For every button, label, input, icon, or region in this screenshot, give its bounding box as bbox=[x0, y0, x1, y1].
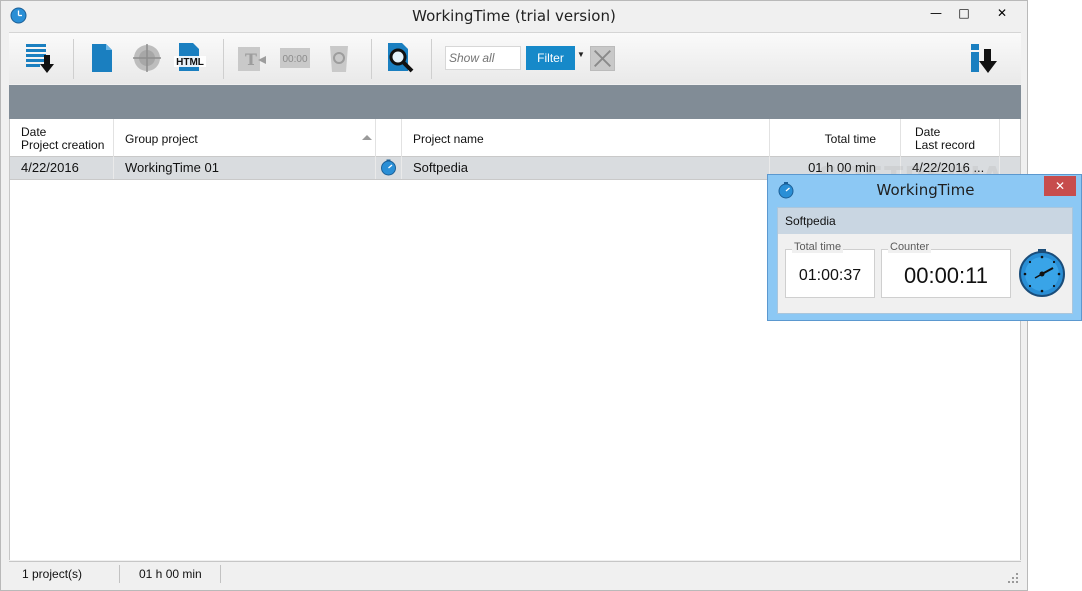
time-label: 00:00 bbox=[282, 54, 307, 65]
info-download-icon[interactable] bbox=[967, 41, 1001, 75]
column-header-total-time[interactable]: Total time bbox=[770, 119, 901, 157]
html-label: HTML bbox=[176, 57, 204, 68]
counter-value: 00:00:11 bbox=[903, 263, 988, 288]
filter-button[interactable]: Filter bbox=[526, 46, 575, 70]
cell-icon bbox=[376, 157, 402, 179]
filter-dropdown-icon[interactable]: ▼ bbox=[577, 50, 587, 64]
clear-filter-icon[interactable] bbox=[590, 46, 615, 71]
cell-date-created: 4/22/2016 bbox=[10, 157, 114, 179]
target-icon[interactable] bbox=[130, 41, 164, 75]
column-header-label: Total time bbox=[824, 132, 876, 146]
html-export-icon[interactable]: HTML bbox=[173, 41, 207, 75]
time-entry-icon[interactable]: 00:00 bbox=[278, 41, 312, 75]
status-separator bbox=[119, 565, 120, 583]
new-document-icon[interactable] bbox=[85, 41, 119, 75]
popup-project-name: Softpedia bbox=[778, 208, 1072, 234]
toolbar: HTML T 00:00 Filter ▼ bbox=[9, 32, 1021, 84]
popup-title: WorkingTime bbox=[876, 181, 975, 199]
close-button[interactable]: ✕ bbox=[981, 1, 1023, 25]
column-header-project-name[interactable]: Project name bbox=[402, 119, 770, 157]
column-header-date-created[interactable]: Date Project creation bbox=[10, 119, 114, 157]
counter-label: Counter bbox=[888, 241, 932, 253]
stopwatch-icon bbox=[381, 159, 396, 176]
column-header-label: Date bbox=[21, 125, 47, 139]
window-title: WorkingTime (trial version) bbox=[412, 7, 616, 25]
status-total-time: 01 h 00 min bbox=[139, 567, 202, 581]
project-count: 1 project(s) bbox=[22, 567, 83, 581]
cell-project-name: Softpedia bbox=[402, 157, 770, 179]
popup-body: Softpedia Total time 01:00:37 Counter 00… bbox=[777, 207, 1073, 314]
search-icon[interactable] bbox=[383, 41, 417, 75]
total-time-label: Total time bbox=[792, 241, 844, 253]
status-bar: 1 project(s) 01 h 00 min bbox=[9, 561, 1021, 586]
sort-ascending-icon bbox=[362, 135, 372, 140]
stopwatch-icon[interactable] bbox=[1017, 247, 1067, 297]
minimize-button[interactable]: — bbox=[921, 1, 951, 25]
cell-group-project: WorkingTime 01 bbox=[114, 157, 376, 179]
maximize-button[interactable]: □ bbox=[949, 1, 979, 25]
total-time-value: 01:00:37 bbox=[798, 267, 862, 284]
column-header-group-project[interactable]: Group project bbox=[114, 119, 376, 157]
toolbar-separator bbox=[73, 39, 74, 79]
column-header-label: Project name bbox=[413, 132, 484, 146]
column-header-label: Date bbox=[915, 125, 941, 139]
resize-grip-icon[interactable] bbox=[1007, 572, 1019, 584]
status-separator bbox=[220, 565, 221, 583]
toolbar-separator bbox=[431, 39, 432, 79]
group-by-band[interactable] bbox=[9, 85, 1021, 119]
title-bar[interactable]: WorkingTime (trial version) — □ ✕ bbox=[1, 1, 1027, 31]
text-import-icon[interactable]: T bbox=[234, 41, 268, 75]
timer-popup-window[interactable]: WorkingTime ✕ Softpedia Total time 01:00… bbox=[767, 174, 1082, 321]
toolbar-separator bbox=[223, 39, 224, 79]
total-time-box: Total time 01:00:37 bbox=[785, 241, 875, 298]
counter-box: Counter 00:00:11 bbox=[881, 241, 1011, 298]
grid-header: Date Project creation Group project Proj… bbox=[10, 119, 1020, 157]
column-header-label: Project creation bbox=[21, 138, 105, 152]
column-header-label: Group project bbox=[125, 132, 198, 146]
popup-close-button[interactable]: ✕ bbox=[1044, 176, 1076, 196]
column-header-label: Last record bbox=[915, 138, 976, 152]
filter-input[interactable] bbox=[445, 46, 521, 70]
delete-icon[interactable] bbox=[322, 41, 356, 75]
column-header-date-last-record[interactable]: Date Last record bbox=[901, 119, 1000, 157]
svg-text:T: T bbox=[245, 50, 257, 69]
column-header-icon[interactable] bbox=[376, 119, 402, 157]
export-list-icon[interactable] bbox=[23, 41, 57, 75]
toolbar-separator bbox=[371, 39, 372, 79]
